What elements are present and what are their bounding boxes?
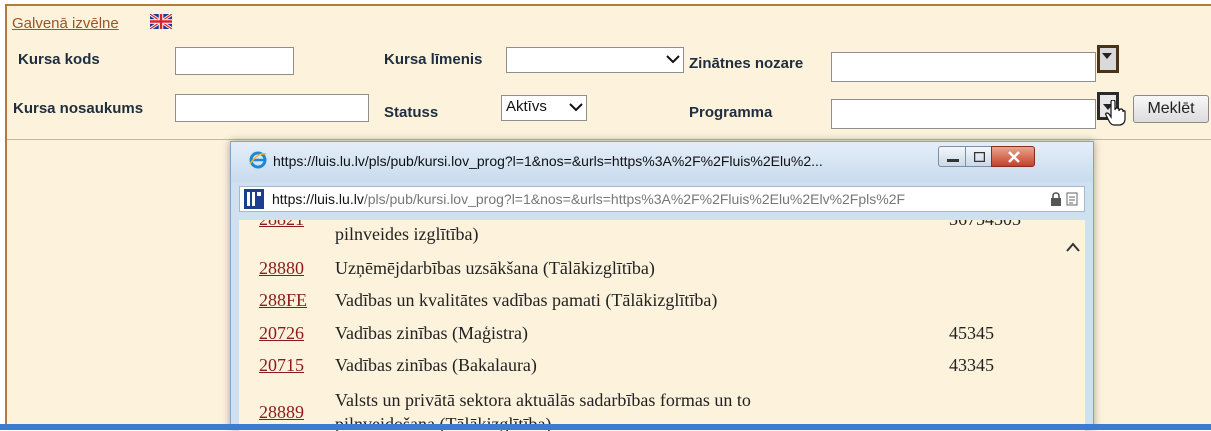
program-label: Programma bbox=[689, 104, 773, 121]
popup-window: https://luis.lu.lv/pls/pub/kursi.lov_pro… bbox=[230, 141, 1094, 431]
status-select[interactable]: Aktīvs bbox=[501, 95, 587, 121]
address-url: https://luis.lu.lv/pls/pub/kursi.lov_pro… bbox=[272, 191, 906, 207]
course-code-link[interactable]: 288FE bbox=[259, 290, 307, 311]
site-favicon-icon bbox=[244, 189, 264, 209]
triangle-down-icon bbox=[1102, 53, 1112, 59]
window-controls bbox=[938, 146, 1084, 167]
course-name-line1: Valsts un privātā sektora aktuālās sadar… bbox=[335, 390, 751, 410]
course-level-label: Kursa līmenis bbox=[384, 51, 483, 68]
scroll-up-arrow-icon[interactable] bbox=[1066, 242, 1080, 252]
close-icon bbox=[1008, 151, 1020, 163]
ie-browser-icon bbox=[249, 151, 267, 169]
science-field-label: Zinātnes nozare bbox=[689, 55, 804, 72]
course-name: pilnveides izglītība) bbox=[335, 224, 479, 244]
lock-icon[interactable] bbox=[1050, 192, 1062, 206]
course-name: Vadības un kvalitātes vadības pamati (Tā… bbox=[335, 290, 718, 310]
minimize-button[interactable] bbox=[938, 146, 966, 167]
scrollbar[interactable] bbox=[1061, 220, 1085, 431]
status-label: Statuss bbox=[384, 104, 439, 121]
course-level-select[interactable] bbox=[506, 47, 684, 73]
bottom-bar bbox=[0, 424, 1211, 430]
close-button[interactable] bbox=[991, 146, 1035, 167]
chevron-down-icon bbox=[569, 103, 583, 112]
course-code-link[interactable]: 20726 bbox=[259, 323, 304, 344]
course-name: Vadības zinības (Maģistra) bbox=[335, 323, 528, 343]
hand-cursor-icon bbox=[1105, 100, 1126, 126]
minimize-icon bbox=[947, 159, 959, 162]
maximize-icon bbox=[974, 152, 985, 162]
science-field-input[interactable] bbox=[831, 52, 1096, 82]
panel-divider bbox=[7, 139, 1211, 140]
status-select-value: Aktīvs bbox=[506, 98, 547, 115]
address-bar[interactable]: https://luis.lu.lv/pls/pub/kursi.lov_pro… bbox=[239, 186, 1085, 212]
program-input[interactable] bbox=[831, 99, 1096, 129]
course-code-input[interactable] bbox=[175, 47, 294, 75]
popup-title: https://luis.lu.lv/pls/pub/kursi.lov_pro… bbox=[273, 153, 823, 169]
uk-flag-icon[interactable] bbox=[150, 14, 172, 29]
address-bar-icons bbox=[1050, 192, 1078, 211]
course-code-label: Kursa kods bbox=[18, 51, 100, 68]
chevron-down-icon bbox=[666, 55, 680, 64]
page-icon[interactable] bbox=[1066, 192, 1078, 206]
popup-titlebar[interactable]: https://luis.lu.lv/pls/pub/kursi.lov_pro… bbox=[231, 142, 1093, 182]
popup-content: 28821 36754303 pilnveides izglītība) 288… bbox=[239, 220, 1085, 431]
course-code-link[interactable]: 28821 bbox=[259, 220, 304, 230]
course-code-link[interactable]: 28880 bbox=[259, 258, 304, 279]
course-number: 36754303 bbox=[949, 220, 1021, 230]
course-name: Vadības zinības (Bakalaura) bbox=[335, 355, 537, 375]
course-name: Uzņēmējdarbības uzsākšana (Tālākizglītīb… bbox=[335, 258, 655, 278]
course-number: 43345 bbox=[949, 355, 994, 375]
main-menu-link[interactable]: Galvenā izvēlne bbox=[12, 15, 119, 32]
maximize-button[interactable] bbox=[965, 146, 992, 167]
course-code-link[interactable]: 28889 bbox=[259, 402, 304, 423]
science-field-dropdown-button[interactable] bbox=[1097, 45, 1119, 73]
course-code-link[interactable]: 20715 bbox=[259, 355, 304, 376]
course-name-input[interactable] bbox=[175, 94, 369, 122]
course-number: 45345 bbox=[949, 323, 994, 343]
search-button[interactable]: Meklēt bbox=[1133, 95, 1209, 123]
course-name-label: Kursa nosaukums bbox=[13, 100, 144, 117]
